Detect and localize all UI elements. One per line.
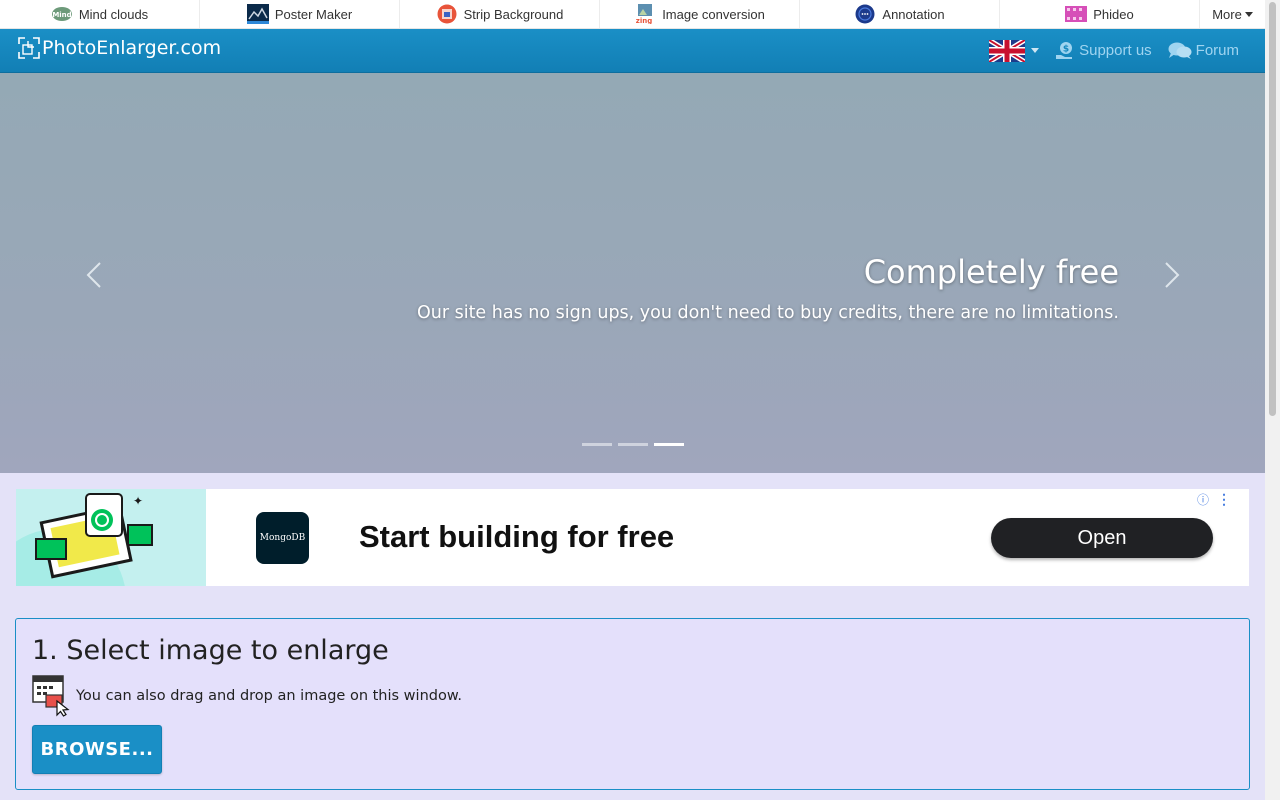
ad-illustration: ✦ [16,489,206,586]
page-scrollbar[interactable] [1265,0,1280,800]
dollar-hand-icon: $ [1056,41,1073,59]
strip-background-icon [437,4,457,24]
partner-link-poster-maker[interactable]: Poster Maker [200,0,400,28]
caret-down-icon [1244,11,1253,17]
ad-choices: ⓘ ⋮ [1197,491,1231,508]
carousel-indicator-3[interactable] [654,443,684,446]
mind-clouds-icon: Mind [51,7,72,21]
more-dropdown[interactable]: More [1200,0,1265,28]
partner-label: Mind clouds [78,6,149,22]
carousel-indicator-2[interactable] [618,443,648,446]
more-label: More [1212,6,1242,22]
image-conversion-icon: zing [636,4,652,24]
ad-headline[interactable]: Start building for free [359,519,674,555]
hero-carousel: Completely free Our site has no sign ups… [0,73,1265,473]
partner-link-mind-clouds[interactable]: Mind Mind clouds [0,0,200,28]
ad-open-button[interactable]: Open [991,518,1213,558]
main-navbar: PhotoEnlarger.com $ Support us Forum [0,29,1265,73]
partner-label: Image conversion [662,6,765,22]
zing-icon-text: zing [636,17,652,24]
mongodb-logo[interactable]: MongoDB [256,512,309,564]
phideo-icon [1065,6,1088,22]
partner-link-annotation[interactable]: Annotation [800,0,1000,28]
scrollbar-thumb[interactable] [1269,2,1276,416]
partner-link-phideo[interactable]: Phideo [1000,0,1200,28]
carousel-indicators [582,443,684,446]
chat-bubbles-icon [1168,42,1192,59]
partner-bar: Mind Mind clouds Poster Maker Strip Back… [0,0,1265,29]
partner-label: Strip Background [463,6,564,22]
forum-label: Forum [1195,42,1239,59]
svg-text:$: $ [1063,44,1069,54]
mongodb-logo-text: MongoDB [259,533,306,543]
uk-flag-icon [989,39,1026,62]
select-image-panel[interactable]: 1. Select image to enlarge You can also … [15,618,1250,790]
caret-down-icon [1031,48,1040,53]
step-1-title: 1. Select image to enlarge [32,635,389,666]
support-us-label: Support us [1079,42,1152,59]
chevron-left-icon[interactable] [76,255,116,295]
drag-drop-icon [32,675,70,717]
carousel-title: Completely free [863,253,1119,291]
drag-drop-hint: You can also drag and drop an image on t… [32,675,462,717]
nav-right-links: $ Support us Forum [989,29,1239,72]
language-selector[interactable] [989,39,1040,62]
partner-label: Phideo [1093,6,1134,22]
drag-drop-hint-text: You can also drag and drop an image on t… [76,688,462,704]
brand-link[interactable]: PhotoEnlarger.com [18,37,221,59]
browse-button[interactable]: BROWSE... [32,725,162,774]
annotation-icon [855,4,875,24]
info-icon[interactable]: ⓘ [1197,491,1209,508]
carousel-indicator-1[interactable] [582,443,612,446]
mind-icon-text: Mind [52,11,71,19]
support-us-link[interactable]: $ Support us [1055,41,1152,61]
vertical-dots-icon[interactable]: ⋮ [1217,491,1231,508]
brand-name: PhotoEnlarger.com [42,37,222,59]
partner-link-image-conversion[interactable]: zing Image conversion [600,0,800,28]
partner-label: Poster Maker [274,6,353,22]
advertisement-banner[interactable]: ✦ MongoDB Start building for free Open ⓘ… [16,489,1249,586]
carousel-caption: Our site has no sign ups, you don't need… [416,303,1119,323]
partner-link-strip-background[interactable]: Strip Background [400,0,600,28]
forum-link[interactable]: Forum [1168,41,1239,61]
chevron-right-icon[interactable] [1150,255,1190,295]
svg-text:✦: ✦ [133,494,143,508]
poster-maker-icon [246,4,269,24]
enlarge-logo-icon [18,37,40,59]
partner-label: Annotation [882,6,945,22]
